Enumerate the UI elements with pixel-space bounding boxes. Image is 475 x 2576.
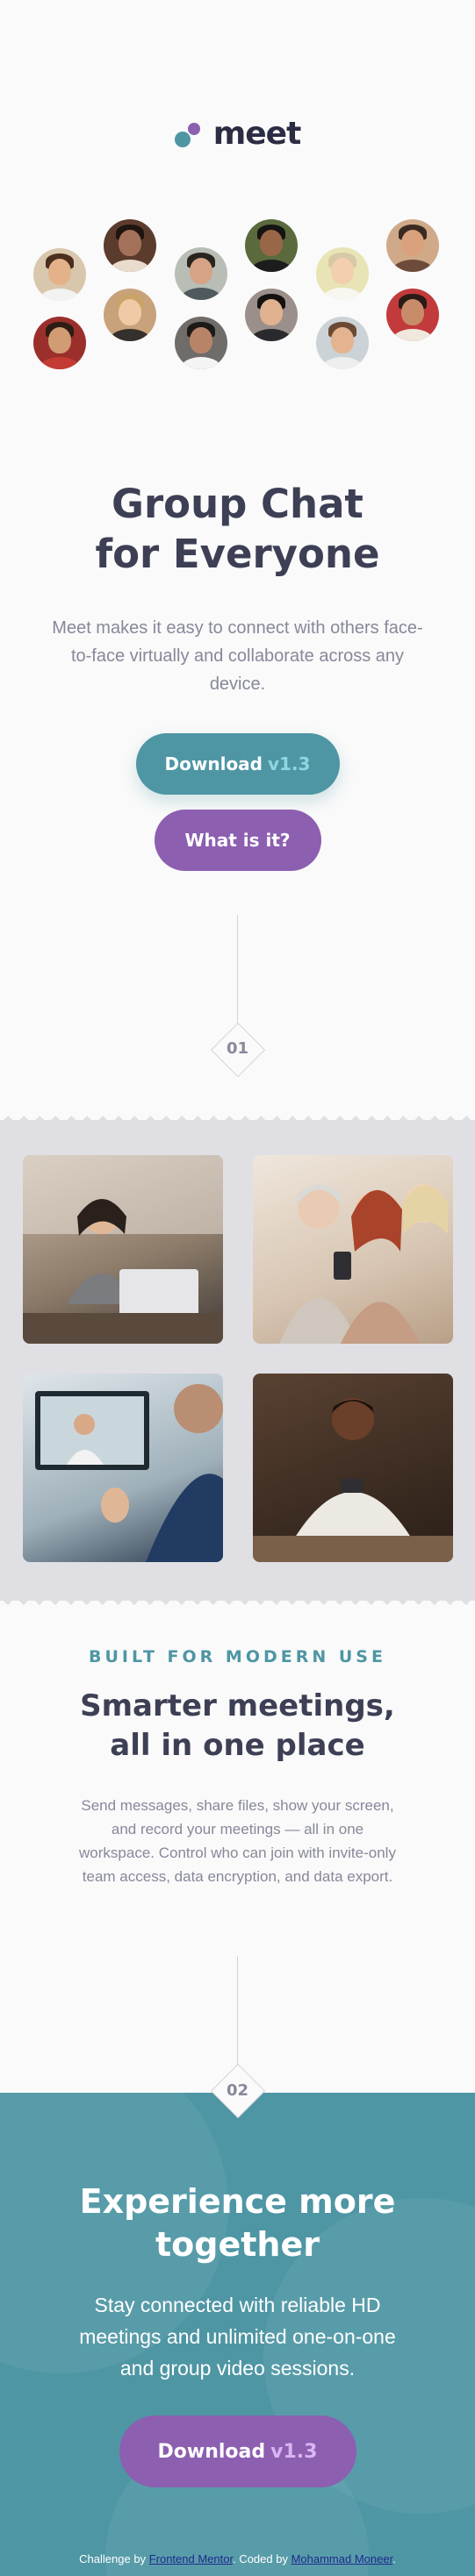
- avatar-man: [245, 289, 298, 341]
- avatar-man: [175, 317, 227, 369]
- avatar-man: [245, 219, 298, 272]
- cta-title: Experience more together: [0, 2180, 475, 2266]
- section-title-line1: Smarter meetings,: [80, 1688, 395, 1723]
- avatar-man: [316, 317, 369, 369]
- video-call-illustration: [35, 1384, 223, 1562]
- avatar-woman: [104, 219, 156, 272]
- woman-laptop-illustration: [23, 1155, 223, 1344]
- cta-download-label: Download: [157, 2440, 266, 2463]
- divider-line: [237, 1956, 238, 2070]
- logo-icon: [174, 119, 205, 149]
- photo-gallery: [0, 1111, 475, 1609]
- avatar-woman: [386, 289, 439, 341]
- logo[interactable]: meet: [0, 116, 475, 152]
- attribution-prefix: Challenge by: [79, 2552, 147, 2565]
- photo-man-phone: [253, 1374, 453, 1562]
- cta-section: Experience more together Stay connected …: [0, 2093, 475, 2576]
- avatar-woman: [33, 248, 86, 301]
- section-eyebrow: BUILT FOR MODERN USE: [89, 1647, 386, 1666]
- hero-title: Group Chat for Everyone: [0, 479, 475, 579]
- download-button[interactable]: Download v1.3: [135, 733, 340, 795]
- section-title: Smarter meetings, all in one place: [0, 1687, 475, 1766]
- author-link[interactable]: Mohammad Moneer: [291, 2552, 393, 2565]
- attribution-suffix: .: [392, 2552, 396, 2565]
- photo-video-call: [23, 1374, 223, 1562]
- women-phone-illustration: [279, 1184, 448, 1344]
- cta-title-line1: Experience more: [79, 2182, 396, 2221]
- divider-line: [237, 915, 238, 1029]
- avatar-man: [175, 247, 227, 300]
- logo-text: meet: [212, 116, 302, 152]
- hero-title-line2: for Everyone: [95, 531, 380, 577]
- avatar-woman: [33, 317, 86, 369]
- download-button-label: Download: [164, 753, 263, 774]
- what-is-it-label: What is it?: [184, 830, 291, 851]
- cta-description: Stay connected with reliable HD meetings…: [79, 2294, 396, 2380]
- attribution-middle: . Coded by: [233, 2552, 288, 2565]
- man-phone-illustration: [253, 1398, 453, 1562]
- cta-download-button[interactable]: Download v1.3: [119, 2415, 356, 2487]
- cta-title-line2: together: [155, 2225, 320, 2264]
- what-is-it-button[interactable]: What is it?: [154, 810, 321, 871]
- attribution: Challenge by Frontend Mentor. Coded by M…: [0, 2552, 475, 2565]
- cta-download-version: v1.3: [270, 2440, 318, 2463]
- hero-description: Meet makes it easy to connect with other…: [52, 618, 423, 694]
- avatar-woman: [386, 219, 439, 272]
- step-number: 02: [226, 2081, 249, 2100]
- avatar-man: [316, 247, 369, 300]
- avatar-woman: [104, 289, 156, 341]
- download-version: v1.3: [268, 753, 311, 774]
- photo-women-phone: [253, 1155, 453, 1344]
- page: meet Group Chat for Everyone Meet makes …: [0, 0, 475, 2576]
- step-number: 01: [226, 1039, 249, 1058]
- photo-woman-laptop: [23, 1155, 223, 1344]
- frontend-mentor-link[interactable]: Frontend Mentor: [149, 2552, 233, 2565]
- section-title-line2: all in one place: [110, 1728, 365, 1763]
- section-description: Send messages, share files, show your sc…: [79, 1797, 396, 1885]
- hero-title-line1: Group Chat: [112, 481, 363, 527]
